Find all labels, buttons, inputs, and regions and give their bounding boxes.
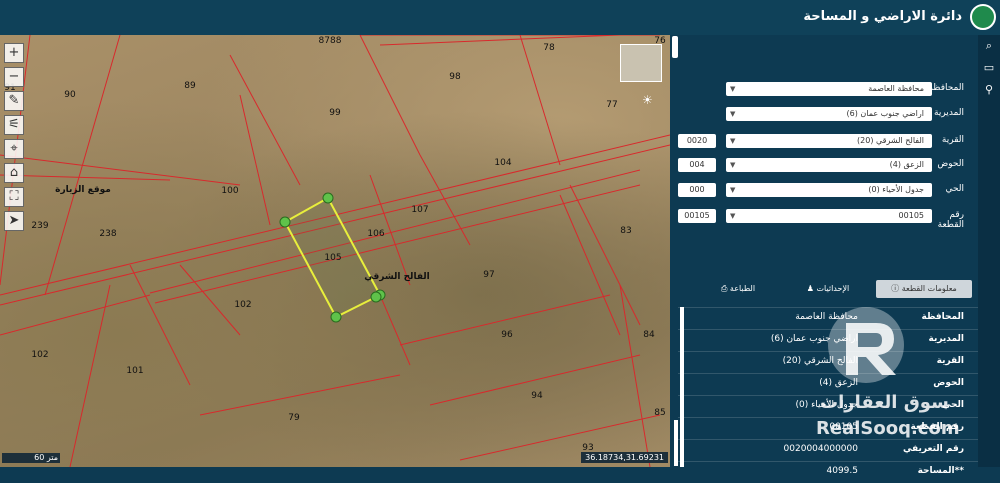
parcel-label: 96	[501, 330, 513, 340]
parcel-label: 107	[411, 205, 428, 215]
parcel-label: 89	[184, 81, 196, 91]
parcel-label: 79	[288, 413, 300, 423]
layers-icon[interactable]: ▭	[978, 57, 1000, 79]
parcel-label: 78	[543, 43, 555, 53]
location-pin-icon[interactable]: ⚲	[978, 79, 1000, 101]
locate-icon[interactable]: ⌖	[4, 139, 24, 159]
site-label: موقع الزيارة	[55, 185, 111, 195]
map-toolbar: + − ✎ ⚟ ⌖ ⌂ ⛶ ➤	[4, 43, 26, 235]
map-scrollbar[interactable]	[674, 420, 678, 466]
basin-code-input[interactable]: 004	[678, 158, 716, 172]
parcel-label: 94	[531, 391, 543, 401]
home-icon[interactable]: ⌂	[4, 163, 24, 183]
district-code-input[interactable]: 000	[678, 183, 716, 197]
plot-label: رقم القطعة	[937, 210, 964, 230]
tab-print[interactable]: ⎙ الطباعة	[698, 280, 778, 298]
panel-tabs: ⓘ معلومات القطعة ♟ الإحداثيات ⎙ الطباعة	[678, 280, 978, 298]
parcel-label: 239	[31, 221, 48, 231]
app-title: دائرة الاراضي و المساحة	[803, 9, 962, 24]
parcel-label: 105	[324, 253, 341, 263]
parcel-label: 77	[606, 100, 617, 110]
district-select[interactable]: ▼ جدول الأحياء (0)	[726, 183, 932, 197]
parcel-label: 99	[329, 108, 341, 118]
zoom-out-button[interactable]: −	[4, 67, 24, 87]
coordinate-readout: 36.18734,31.69231	[581, 452, 668, 463]
directorate-label: المديرية	[934, 108, 964, 118]
parcel-label: 85	[654, 408, 665, 418]
row-plot: 00105 ▼ 00105 رقم القطعة	[678, 208, 978, 230]
scale-bar: 60 متر	[2, 453, 60, 463]
draw-icon[interactable]: ✎	[4, 91, 24, 111]
row-directorate: ▼ اراضي جنوب عمان (6) المديرية	[678, 106, 978, 122]
governorate-select[interactable]: ▼ محافظة العاصمة	[726, 82, 932, 96]
app-header: دائرة الاراضي و المساحة	[0, 0, 1000, 35]
zoom-in-button[interactable]: +	[4, 43, 24, 63]
info-scrollbar[interactable]	[680, 307, 684, 467]
basin-label: الحوض	[937, 159, 964, 169]
village-code-input[interactable]: 0020	[678, 134, 716, 148]
search-icon[interactable]: ⌕	[978, 35, 1000, 57]
tab-plot-info[interactable]: ⓘ معلومات القطعة	[876, 280, 972, 298]
parcel-label: 100	[221, 186, 238, 196]
tab-coordinates[interactable]: ♟ الإحداثيات	[788, 280, 868, 298]
table-row: رقم التعريفي 0020004000000	[678, 439, 978, 461]
row-district: 000 ▼ جدول الأحياء (0) الحي	[678, 182, 978, 198]
parcel-label: 238	[99, 229, 116, 239]
parcel-label: 104	[494, 158, 511, 168]
basemap-thumbnail[interactable]	[620, 44, 662, 82]
watermark-latin: RealSooq.com	[816, 418, 960, 439]
directorate-select[interactable]: ▼ اراضي جنوب عمان (6)	[726, 107, 932, 121]
table-row: **المساحة 4099.5	[678, 461, 978, 483]
parcel-label: 90	[64, 90, 76, 100]
watermark-arabic: سوق العقارات	[820, 392, 949, 413]
parcel-label: 8788	[319, 36, 342, 46]
parcel-label: 101	[126, 366, 143, 376]
parcel-label: 102	[234, 300, 251, 310]
village-label: الفالح الشرقي	[364, 272, 430, 282]
parcel-label: 97	[483, 270, 494, 280]
parcel-label: 83	[620, 226, 631, 236]
row-basin: 004 ▼ الزعق (4) الحوض	[678, 157, 978, 173]
parcel-label: 106	[367, 229, 384, 239]
plot-select[interactable]: ▼ 00105	[726, 209, 932, 223]
parcel-lines: 8788 78 76 89 90 98 77 99 104 100 107 83…	[0, 35, 670, 467]
dls-logo	[970, 4, 996, 30]
parcel-label: 102	[31, 350, 48, 360]
parcel-label: 98	[449, 72, 461, 82]
realsooq-logo	[828, 307, 904, 383]
row-village: 0020 ▼ الفالح الشرقي (20) القرية	[678, 133, 978, 149]
village-label: القرية	[941, 135, 964, 145]
governorate-label: المحافظة	[928, 83, 964, 93]
parcel-label: 84	[643, 330, 655, 340]
plot-code-input[interactable]: 00105	[678, 209, 716, 223]
basin-select[interactable]: ▼ الزعق (4)	[726, 158, 932, 172]
row-governorate: ▼ محافظة العاصمة المحافظة	[678, 81, 978, 97]
village-select[interactable]: ▼ الفالح الشرقي (20)	[726, 134, 932, 148]
map-view[interactable]: 8788 78 76 89 90 98 77 99 104 100 107 83…	[0, 35, 670, 467]
district-label: الحي	[945, 184, 964, 194]
fullscreen-icon[interactable]: ⛶	[4, 187, 24, 207]
right-sidebar: ⌕ ▭ ⚲	[978, 35, 1000, 467]
brightness-icon[interactable]: ☀	[642, 93, 653, 107]
compass-icon[interactable]: ➤	[4, 211, 24, 231]
measure-icon[interactable]: ⚟	[4, 115, 24, 135]
